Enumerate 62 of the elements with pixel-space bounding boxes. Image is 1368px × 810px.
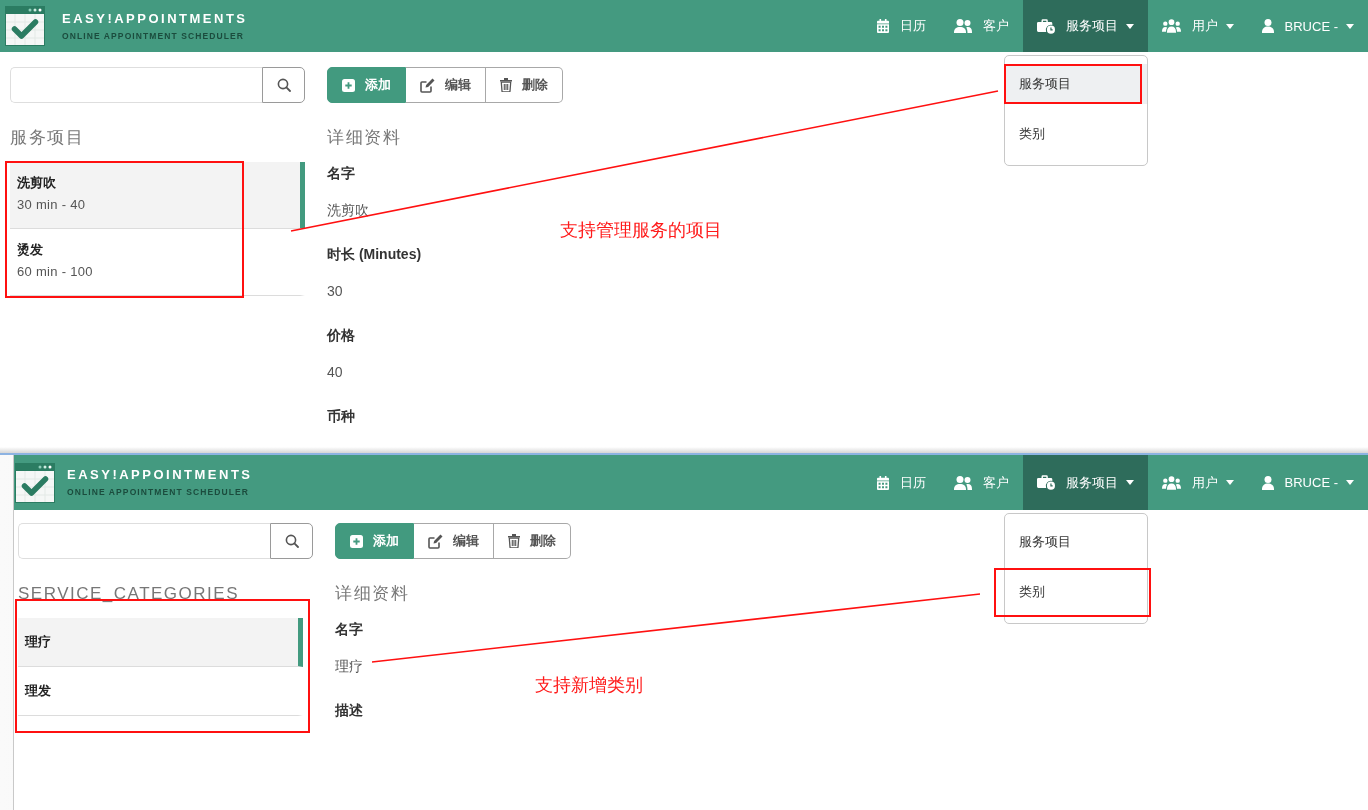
field-value: 40 xyxy=(327,363,343,381)
briefcase-clock-icon xyxy=(1036,18,1055,34)
annotation-text: 支持新增类别 xyxy=(535,674,643,696)
user-icon xyxy=(1261,19,1274,33)
user-icon xyxy=(1261,475,1274,490)
delete-button[interactable]: 删除 xyxy=(486,67,563,103)
nav-menu-item[interactable]: 服务项目 xyxy=(1022,455,1148,510)
users-icon xyxy=(953,475,972,490)
search-button[interactable] xyxy=(262,67,305,103)
dropdown-item[interactable]: 服务项目 xyxy=(1004,522,1147,562)
search-button[interactable] xyxy=(270,523,313,559)
item-detail: 60 min - 100 xyxy=(17,263,93,281)
search-field[interactable] xyxy=(18,523,270,559)
trash-icon xyxy=(500,78,512,92)
edit-button[interactable]: 编辑 xyxy=(406,67,486,103)
list-heading: SERVICE_CATEGORIES xyxy=(18,584,239,604)
brand-title: EASY!APPOINTMENTS xyxy=(67,467,253,482)
field-label: 时长 (Minutes) xyxy=(327,245,422,263)
logo-icon xyxy=(5,6,45,46)
users-icon xyxy=(953,19,972,33)
field-label: 币种 xyxy=(327,407,355,425)
field-value: 洗剪吹 xyxy=(327,201,369,219)
user-group-icon xyxy=(1161,475,1181,490)
plus-square-icon xyxy=(342,78,355,92)
item-name: 理疗 xyxy=(25,633,51,651)
list-item[interactable]: 烫发 60 min - 100 xyxy=(10,229,305,296)
field-label: 价格 xyxy=(327,326,355,344)
edit-icon xyxy=(428,533,443,549)
delete-button[interactable]: 删除 xyxy=(494,523,571,559)
item-detail: 30 min - 40 xyxy=(17,196,86,214)
field-label: 描述 xyxy=(335,701,363,719)
brand-subtitle: ONLINE APPOINTMENT SCHEDULER xyxy=(62,30,245,42)
brand-title: EASY!APPOINTMENTS xyxy=(62,10,248,26)
list-item[interactable]: 洗剪吹 30 min - 40 xyxy=(10,162,305,229)
list-item[interactable]: 理发 xyxy=(18,667,303,716)
field-value: 30 xyxy=(327,282,343,300)
nav-menu-item[interactable]: 服务项目 xyxy=(1022,0,1148,52)
calendar-icon xyxy=(876,19,889,33)
calendar-icon xyxy=(876,475,889,490)
field-label: 名字 xyxy=(335,620,363,638)
search-icon xyxy=(276,78,291,92)
search-field[interactable] xyxy=(10,67,262,103)
item-name: 理发 xyxy=(25,682,51,700)
briefcase-clock-icon xyxy=(1036,475,1055,490)
item-name: 烫发 xyxy=(17,241,43,259)
list-heading: 服务项目 xyxy=(10,128,84,148)
edit-button[interactable]: 编辑 xyxy=(414,523,494,559)
trash-icon xyxy=(508,534,520,548)
plus-square-icon xyxy=(350,534,363,548)
field-label: 名字 xyxy=(327,164,355,182)
annotation-text: 支持管理服务的项目 xyxy=(560,219,722,241)
field-value: 理疗 xyxy=(335,657,363,675)
edit-icon xyxy=(420,77,435,93)
user-group-icon xyxy=(1161,19,1181,33)
details-heading: 详细资料 xyxy=(335,584,409,604)
item-name: 洗剪吹 xyxy=(17,174,56,192)
search-icon xyxy=(284,534,299,548)
brand-subtitle: ONLINE APPOINTMENT SCHEDULER xyxy=(67,487,250,498)
dropdown-item[interactable]: 类别 xyxy=(1004,572,1147,612)
list-item[interactable]: 理疗 xyxy=(18,618,303,667)
dropdown-item[interactable]: 类别 xyxy=(1004,114,1147,154)
details-heading: 详细资料 xyxy=(327,128,401,148)
